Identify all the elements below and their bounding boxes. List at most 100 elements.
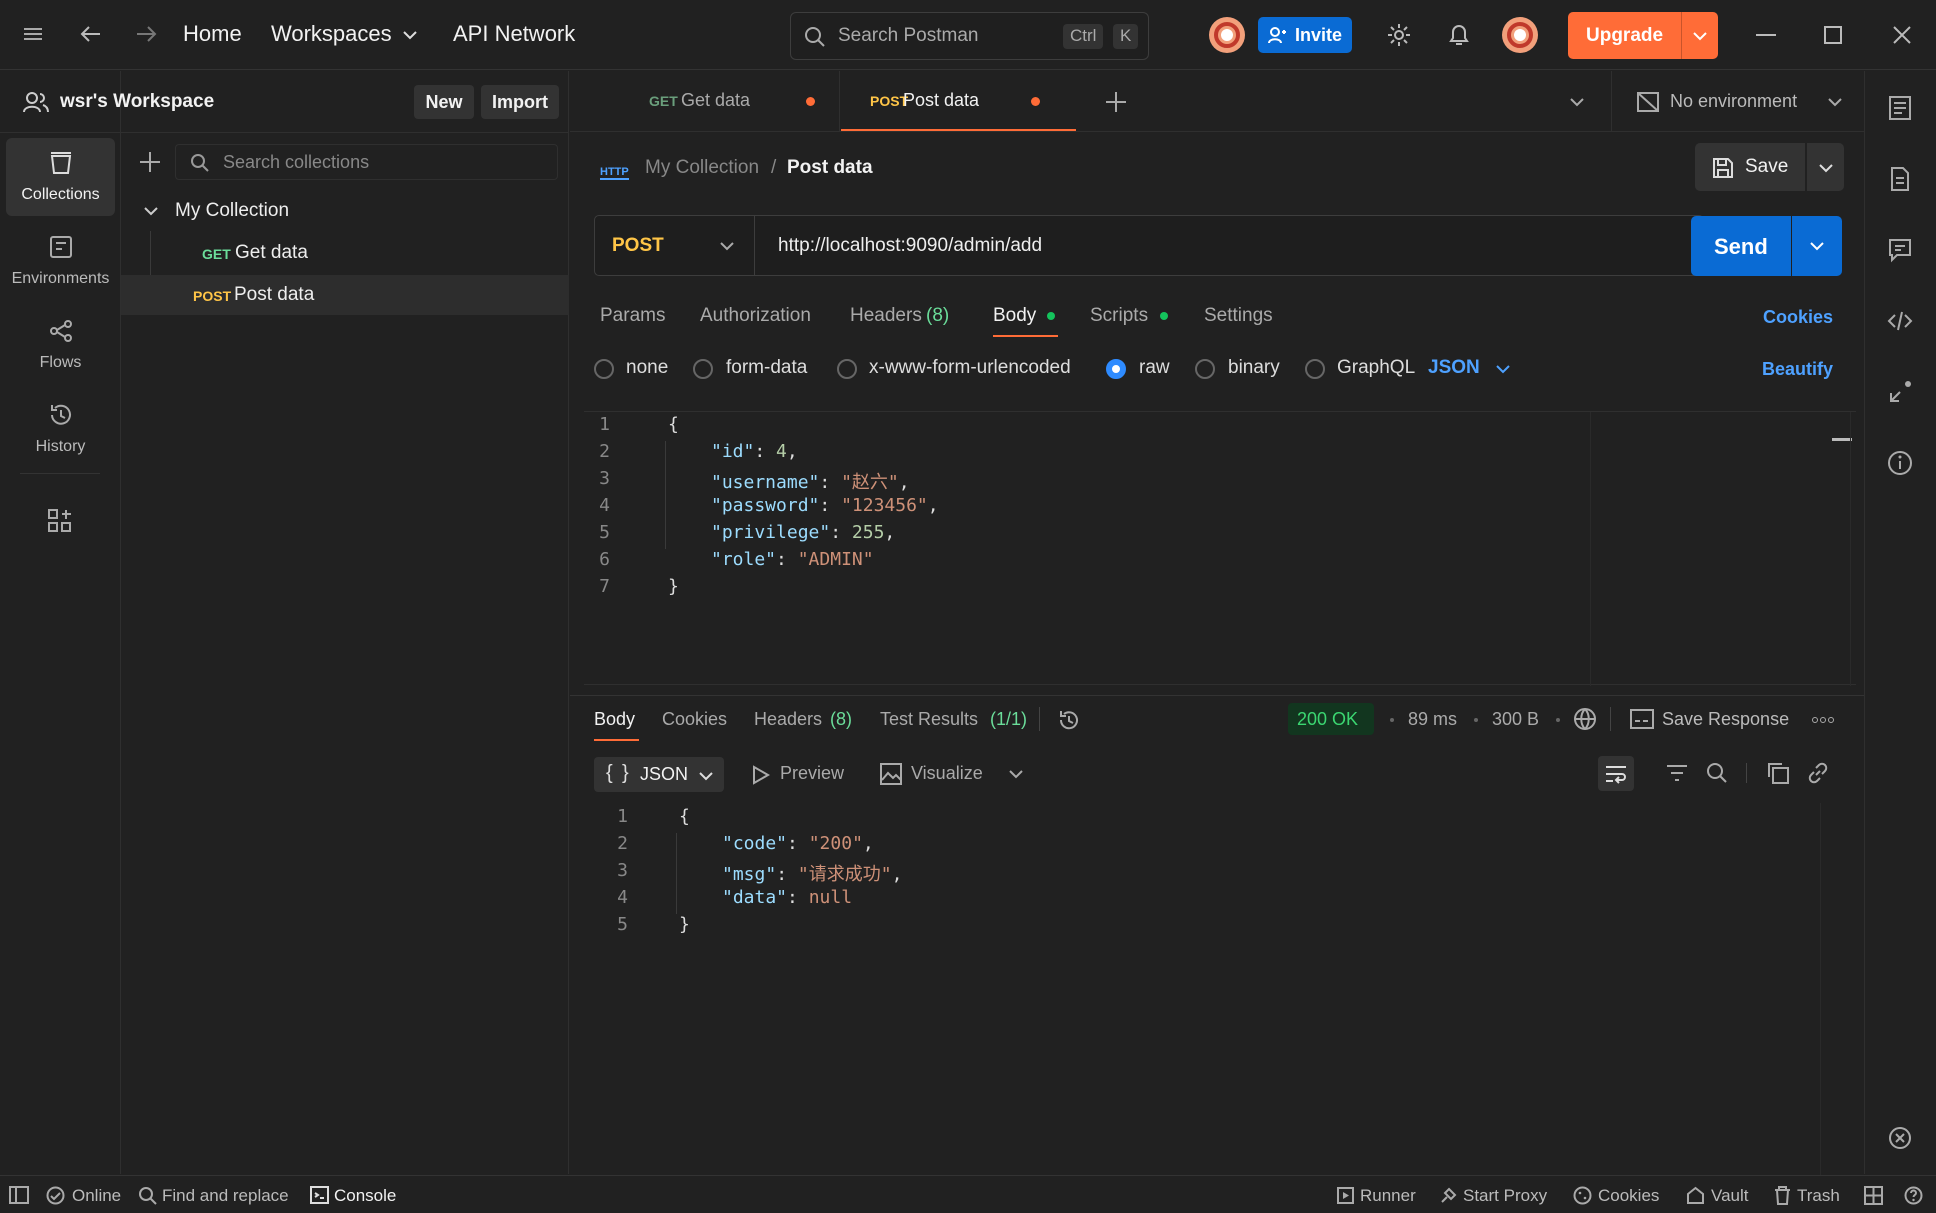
global-search[interactable]: Search Postman Ctrl K <box>790 12 1149 60</box>
collection-item[interactable]: My Collection <box>121 191 569 231</box>
send-button[interactable]: Send <box>1691 216 1791 276</box>
rail-item-environments[interactable]: Environments <box>6 222 115 300</box>
workspaces-menu[interactable]: Workspaces <box>271 21 392 47</box>
response-tab-body[interactable]: Body <box>594 703 639 741</box>
rail-item-flows[interactable]: Flows <box>6 306 115 384</box>
tab-authorization[interactable]: Authorization <box>700 305 811 327</box>
more-options-icon[interactable] <box>1812 717 1834 723</box>
vault-button[interactable]: Vault <box>1711 1186 1749 1206</box>
close-icon[interactable] <box>1893 26 1911 44</box>
comments-icon[interactable] <box>1887 237 1915 265</box>
history-icon[interactable] <box>1057 708 1081 732</box>
preview-button[interactable]: Preview <box>780 763 844 784</box>
upgrade-button[interactable]: Upgrade <box>1568 12 1718 59</box>
response-format-select[interactable]: { } JSON <box>594 757 724 792</box>
chevron-down-icon[interactable] <box>699 771 713 781</box>
tab-params[interactable]: Params <box>600 305 665 327</box>
filter-icon[interactable] <box>1666 763 1688 783</box>
related-collections-icon[interactable] <box>1887 379 1915 407</box>
new-tab-plus-icon[interactable] <box>1106 92 1126 112</box>
profile-avatar[interactable] <box>1502 17 1538 53</box>
start-proxy-button[interactable]: Start Proxy <box>1463 1186 1547 1206</box>
response-tab-tests[interactable]: Test Results <box>880 709 978 730</box>
chevron-down-icon[interactable] <box>403 30 417 40</box>
docs-file-icon[interactable] <box>1887 166 1915 194</box>
documentation-icon[interactable] <box>1887 95 1915 123</box>
toggle-sidebar-icon[interactable] <box>9 1186 29 1204</box>
console-button[interactable]: Console <box>334 1186 396 1206</box>
method-select[interactable]: POST <box>595 216 755 275</box>
trash-button[interactable]: Trash <box>1797 1186 1840 1206</box>
request-item-post[interactable]: POST Post data <box>121 275 569 315</box>
breadcrumb-request[interactable]: Post data <box>787 157 873 179</box>
minimize-icon[interactable] <box>1756 34 1776 36</box>
import-button[interactable]: Import <box>481 85 559 119</box>
rail-item-history[interactable]: History <box>6 390 115 468</box>
online-status[interactable]: Online <box>72 1186 121 1206</box>
settings-gear-icon[interactable] <box>1386 22 1412 48</box>
link-icon[interactable] <box>1806 761 1830 785</box>
tab-post-data[interactable]: POST Post data <box>841 71 1076 131</box>
search-icon[interactable] <box>1705 761 1729 785</box>
globe-icon[interactable] <box>1573 707 1597 731</box>
beautify-link[interactable]: Beautify <box>1762 359 1833 380</box>
chevron-down-icon[interactable] <box>1496 364 1510 374</box>
radio-urlencoded[interactable] <box>837 359 857 379</box>
maximize-icon[interactable] <box>1824 26 1842 44</box>
response-time: 89 ms <box>1408 709 1458 729</box>
wrap-lines-icon[interactable] <box>1598 756 1634 791</box>
save-response-icon[interactable] <box>1630 709 1654 729</box>
api-network-link[interactable]: API Network <box>453 21 575 47</box>
tab-headers[interactable]: Headers <box>850 305 922 327</box>
back-arrow-icon[interactable] <box>80 24 102 44</box>
postbot-icon[interactable] <box>1887 1125 1915 1153</box>
forward-arrow-icon[interactable] <box>135 24 157 44</box>
copy-icon[interactable] <box>1766 761 1790 785</box>
add-collection-icon[interactable] <box>140 152 160 172</box>
cookies-button[interactable]: Cookies <box>1598 1186 1659 1206</box>
info-icon[interactable] <box>1887 450 1915 478</box>
radio-none[interactable] <box>594 359 614 379</box>
save-response-button[interactable]: Save Response <box>1662 709 1789 730</box>
menu-icon[interactable] <box>22 24 44 44</box>
breadcrumb-collection[interactable]: My Collection <box>645 157 759 179</box>
radio-form-data[interactable] <box>693 359 713 379</box>
help-icon[interactable] <box>1904 1186 1923 1205</box>
chevron-down-icon[interactable] <box>1009 769 1023 779</box>
add-apps-icon[interactable] <box>47 508 73 534</box>
response-tab-headers[interactable]: Headers <box>754 709 822 730</box>
tab-scripts[interactable]: Scripts <box>1090 305 1148 327</box>
visualize-button[interactable]: Visualize <box>911 763 983 784</box>
radio-graphql[interactable] <box>1305 359 1325 379</box>
chevron-down-icon[interactable] <box>144 206 158 216</box>
bell-icon[interactable] <box>1447 22 1471 48</box>
url-input[interactable]: http://localhost:9090/admin/add <box>778 235 1042 257</box>
avatar[interactable] <box>1209 17 1245 53</box>
code-icon[interactable] <box>1887 308 1915 336</box>
search-placeholder: Search Postman <box>838 25 979 46</box>
rail-item-collections[interactable]: Collections <box>6 138 115 216</box>
new-button[interactable]: New <box>414 85 474 119</box>
save-button[interactable]: Save <box>1695 143 1805 191</box>
tab-settings[interactable]: Settings <box>1204 305 1273 327</box>
find-and-replace-button[interactable]: Find and replace <box>162 1186 289 1206</box>
tab-get-data[interactable]: GET Get data <box>570 71 840 131</box>
radio-raw[interactable] <box>1106 359 1126 379</box>
layout-icon[interactable] <box>1864 1186 1883 1205</box>
radio-binary[interactable] <box>1195 359 1215 379</box>
invite-button[interactable]: Invite <box>1258 17 1352 53</box>
response-tab-cookies[interactable]: Cookies <box>662 709 727 730</box>
home-link[interactable]: Home <box>183 21 242 47</box>
save-options-chevron-icon[interactable] <box>1807 143 1844 191</box>
chevron-down-icon[interactable] <box>720 241 734 251</box>
send-options-chevron-icon[interactable] <box>1792 216 1842 276</box>
tabs-chevron-down-icon[interactable] <box>1570 97 1584 107</box>
collection-search-input[interactable]: Search collections <box>175 144 558 180</box>
runner-button[interactable]: Runner <box>1360 1186 1416 1206</box>
chevron-down-icon[interactable] <box>1828 97 1842 107</box>
cookies-link[interactable]: Cookies <box>1763 307 1833 328</box>
body-format-select[interactable]: JSON <box>1428 357 1480 379</box>
request-item-get[interactable]: GET Get data <box>121 233 569 273</box>
environment-selector[interactable]: No environment <box>1612 71 1864 131</box>
chevron-down-icon[interactable] <box>1693 31 1707 41</box>
